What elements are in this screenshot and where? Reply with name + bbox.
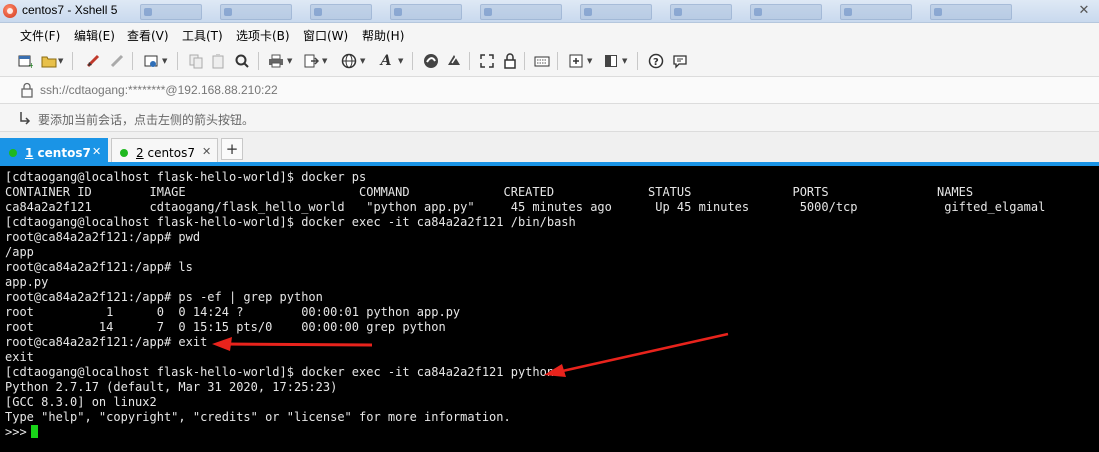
terminal-line: /app [5, 245, 1045, 260]
xftp-icon[interactable] [423, 53, 439, 69]
window-title: centos7 - Xshell 5 [22, 3, 118, 17]
open-dropdown-icon[interactable]: ▼ [58, 57, 63, 65]
print-dropdown-icon[interactable]: ▼ [287, 57, 292, 65]
reconnect-icon[interactable] [85, 53, 101, 69]
terminal-line-text: root@ca84a2a2f121:/app# ls [5, 260, 193, 274]
terminal-line: >>> [5, 425, 1045, 440]
help-icon[interactable]: ? [648, 53, 664, 69]
terminal[interactable]: [cdtaogang@localhost flask-hello-world]$… [0, 166, 1099, 452]
menu-tab[interactable]: 选项卡(B) [236, 27, 290, 44]
terminal-line-text: app.py [5, 275, 49, 289]
terminal-output: [cdtaogang@localhost flask-hello-world]$… [5, 170, 1045, 440]
tab-label: 1 centos7 [25, 146, 91, 160]
terminal-cursor [30, 425, 38, 438]
terminal-line: [cdtaogang@localhost flask-hello-world]$… [5, 365, 1045, 380]
transfer-dropdown-icon[interactable]: ▼ [322, 57, 327, 65]
terminal-line-text: root 1 0 0 14:24 ? 00:00:01 python app.p… [5, 305, 461, 319]
font-dropdown-icon[interactable]: ▼ [398, 57, 403, 65]
add-dropdown-icon[interactable]: ▼ [587, 57, 592, 65]
terminal-line: root 1 0 0 14:24 ? 00:00:01 python app.p… [5, 305, 1045, 320]
add-session-arrow-icon[interactable] [18, 111, 32, 125]
terminal-line: root@ca84a2a2f121:/app# pwd [5, 230, 1045, 245]
terminal-line: root@ca84a2a2f121:/app# ps -ef | grep py… [5, 290, 1045, 305]
menu-bar: 文件(F) 编辑(E) 查看(V) 工具(T) 选项卡(B) 窗口(W) 帮助(… [0, 23, 1099, 45]
copy-icon[interactable] [188, 53, 204, 69]
terminal-line: [cdtaogang@localhost flask-hello-world]$… [5, 170, 1045, 185]
properties-icon[interactable] [143, 53, 159, 69]
terminal-line-text: Python 2.7.17 (default, Mar 31 2020, 17:… [5, 380, 338, 394]
xshell-app-icon [3, 4, 17, 18]
terminal-line-text: [cdtaogang@localhost flask-hello-world]$… [5, 170, 367, 184]
title-bar: centos7 - Xshell 5 ✕ [0, 0, 1099, 23]
terminal-line: [cdtaogang@localhost flask-hello-world]$… [5, 215, 1045, 230]
terminal-line-text: [cdtaogang@localhost flask-hello-world]$… [5, 365, 555, 379]
session-tab-bar: 1 centos7 ✕ 2 centos7 ✕ + [0, 132, 1099, 166]
terminal-line: CONTAINER ID IMAGE COMMAND CREATED STATU… [5, 185, 1045, 200]
terminal-line: root 14 7 0 15:15 pts/0 00:00:00 grep py… [5, 320, 1045, 335]
tab-close-icon[interactable]: ✕ [92, 145, 101, 158]
svg-text:+: + [28, 61, 33, 69]
terminal-line: Type "help", "copyright", "credits" or "… [5, 410, 1045, 425]
terminal-line-text: Type "help", "copyright", "credits" or "… [5, 410, 511, 424]
open-folder-icon[interactable] [41, 53, 57, 69]
menu-help[interactable]: 帮助(H) [362, 27, 404, 44]
terminal-line-text: root@ca84a2a2f121:/app# pwd [5, 230, 201, 244]
terminal-line-text: /app [5, 245, 34, 259]
find-icon[interactable] [234, 53, 250, 69]
connected-status-icon [120, 149, 128, 157]
address-lock-icon [20, 82, 34, 98]
menu-view[interactable]: 查看(V) [127, 27, 169, 44]
terminal-line: exit [5, 350, 1045, 365]
transfer-icon[interactable] [303, 53, 320, 69]
menu-file[interactable]: 文件(F) [20, 27, 60, 44]
new-tab-button[interactable]: + [221, 138, 243, 160]
close-window-icon[interactable]: ✕ [1075, 3, 1093, 19]
new-session-icon[interactable]: + [17, 53, 35, 70]
session-address[interactable]: ssh://cdtaogang:********@192.168.88.210:… [40, 83, 278, 97]
hint-text: 要添加当前会话，点击左侧的箭头按钮。 [38, 113, 255, 127]
terminal-line-text: [GCC 8.3.0] on linux2 [5, 395, 157, 409]
terminal-line-text: ca84a2a2f121 cdtaogang/flask_hello_world… [5, 200, 1046, 214]
tab-label: 2 centos7 [136, 146, 195, 160]
fullscreen-icon[interactable] [479, 53, 495, 69]
tab-close-icon[interactable]: ✕ [202, 145, 211, 158]
terminal-line: [GCC 8.3.0] on linux2 [5, 395, 1045, 410]
globe-icon[interactable] [341, 53, 357, 69]
chat-icon[interactable] [672, 53, 688, 69]
hint-bar: 要添加当前会话，点击左侧的箭头按钮。 [0, 104, 1099, 132]
lock-icon[interactable] [502, 53, 518, 69]
xshell-icon[interactable] [446, 53, 462, 69]
toolbar: + ▼ ▼ ▼ ▼ ▼ A ▼ ▼ ▼ ? [0, 45, 1099, 77]
keyboard-icon[interactable] [534, 53, 550, 69]
address-bar: ssh://cdtaogang:********@192.168.88.210:… [0, 77, 1099, 104]
terminal-line: root@ca84a2a2f121:/app# exit [5, 335, 1045, 350]
globe-dropdown-icon[interactable]: ▼ [360, 57, 365, 65]
paste-icon[interactable] [210, 53, 226, 69]
terminal-line: Python 2.7.17 (default, Mar 31 2020, 17:… [5, 380, 1045, 395]
font-icon[interactable]: A [378, 53, 394, 69]
terminal-line: root@ca84a2a2f121:/app# ls [5, 260, 1045, 275]
menu-edit[interactable]: 编辑(E) [74, 27, 115, 44]
svg-text:?: ? [653, 57, 659, 68]
terminal-line-text: root@ca84a2a2f121:/app# ps -ef | grep py… [5, 290, 323, 304]
terminal-line-text: CONTAINER ID IMAGE COMMAND CREATED STATU… [5, 185, 974, 199]
terminal-line-text: exit [5, 350, 34, 364]
print-icon[interactable] [268, 53, 284, 69]
add-icon[interactable] [568, 53, 584, 69]
terminal-line-text: root@ca84a2a2f121:/app# exit [5, 335, 208, 349]
disconnect-icon[interactable] [109, 53, 125, 69]
terminal-line: app.py [5, 275, 1045, 290]
properties-dropdown-icon[interactable]: ▼ [162, 57, 167, 65]
layout-icon[interactable] [603, 53, 619, 69]
terminal-line-text: >>> [5, 425, 27, 439]
menu-tools[interactable]: 工具(T) [182, 27, 223, 44]
terminal-line-text: root 14 7 0 15:15 pts/0 00:00:00 grep py… [5, 320, 446, 334]
connected-status-icon [9, 149, 17, 157]
layout-dropdown-icon[interactable]: ▼ [622, 57, 627, 65]
terminal-line: ca84a2a2f121 cdtaogang/flask_hello_world… [5, 200, 1045, 215]
menu-window[interactable]: 窗口(W) [303, 27, 348, 44]
terminal-line-text: [cdtaogang@localhost flask-hello-world]$… [5, 215, 576, 229]
